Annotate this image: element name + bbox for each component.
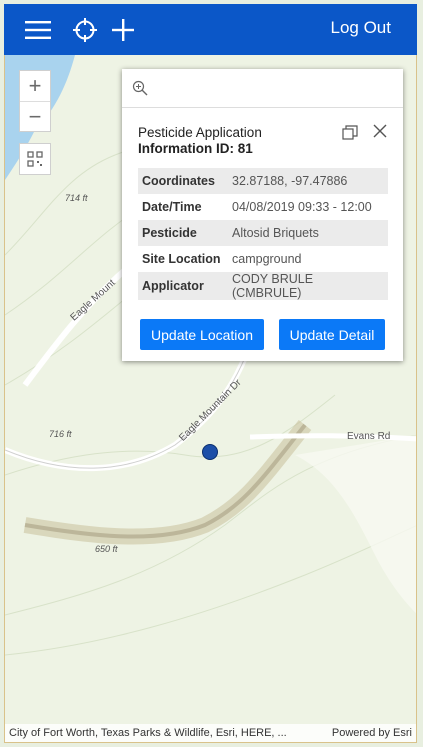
zoom-in-button[interactable]: + xyxy=(20,71,50,101)
zoom-to-icon[interactable] xyxy=(132,80,148,96)
popup-title-line1: Pesticide Application xyxy=(138,125,262,140)
map-attribution: City of Fort Worth, Texas Parks & Wildli… xyxy=(5,724,416,742)
popup-title: Pesticide Application Information ID: 81 xyxy=(138,125,328,157)
road-label: Evans Rd xyxy=(347,431,391,442)
logout-button[interactable]: Log Out xyxy=(331,18,392,38)
zoom-out-button[interactable]: − xyxy=(20,101,50,132)
close-icon[interactable] xyxy=(372,123,388,139)
location-marker[interactable] xyxy=(202,444,218,460)
dock-icon[interactable] xyxy=(342,125,358,141)
zoom-control: + − xyxy=(19,70,51,132)
popup-title-line2: Information ID: 81 xyxy=(138,141,253,156)
qr-icon xyxy=(27,151,43,167)
table-row: Pesticide Altosid Briquets xyxy=(138,220,388,246)
table-row: Applicator CODY BRULE (CMBRULE) xyxy=(138,272,388,300)
attribution-text: City of Fort Worth, Texas Parks & Wildli… xyxy=(9,727,287,739)
attribute-table: Coordinates 32.87188, -97.47886 Date/Time… xyxy=(138,168,388,300)
elevation-label: 714 ft xyxy=(65,193,88,203)
table-row: Date/Time 04/08/2019 09:33 - 12:00 xyxy=(142,200,372,214)
elevation-label: 716 ft xyxy=(49,429,72,439)
info-popup: Pesticide Application Information ID: 81… xyxy=(122,69,403,361)
table-row: Site Location campground xyxy=(142,252,302,266)
powered-by-text[interactable]: Powered by Esri xyxy=(332,727,412,739)
top-app-bar: Log Out xyxy=(4,4,417,55)
add-icon[interactable] xyxy=(109,16,137,44)
elevation-label: 650 ft xyxy=(95,544,118,554)
qr-scan-button[interactable] xyxy=(19,143,51,175)
update-location-button[interactable]: Update Location xyxy=(140,319,264,350)
locate-icon[interactable] xyxy=(71,16,99,44)
popup-header xyxy=(122,69,403,108)
table-row: Coordinates 32.87188, -97.47886 xyxy=(138,168,388,194)
menu-icon[interactable] xyxy=(24,16,52,44)
update-detail-button[interactable]: Update Detail xyxy=(279,319,385,350)
